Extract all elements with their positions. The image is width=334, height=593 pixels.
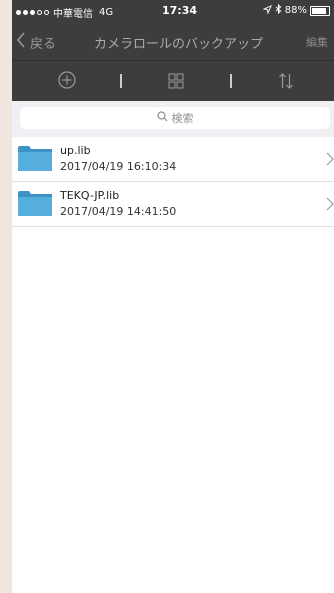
carrier-info: 中華電信 4G (16, 5, 113, 20)
folder-icon (18, 146, 52, 171)
chevron-left-icon (16, 32, 26, 52)
battery-icon (310, 5, 330, 16)
search-placeholder: 検索 (171, 112, 194, 125)
toolbar-divider (230, 74, 232, 88)
page-title: カメラロールのバックアップ (94, 37, 264, 52)
status-right: 88% (261, 3, 330, 17)
search-input[interactable]: 検索 (20, 107, 330, 129)
toolbar-divider (120, 74, 122, 88)
edit-button[interactable]: 編集 (306, 34, 328, 50)
sort-icon[interactable] (278, 72, 294, 94)
search-icon (156, 111, 168, 125)
signal-dot (30, 10, 35, 15)
network-type: 4G (99, 7, 114, 18)
file-date: 2017/04/19 14:41:50 (60, 205, 177, 218)
signal-dot-empty (37, 10, 42, 15)
plus-circle-icon[interactable] (58, 71, 76, 93)
battery-fill (312, 7, 326, 14)
signal-dot (23, 10, 28, 15)
back-label: 戻る (30, 36, 57, 52)
back-button[interactable]: 戻る (16, 32, 56, 52)
file-date: 2017/04/19 16:10:34 (60, 160, 177, 173)
folder-icon (18, 191, 52, 216)
file-list: up.lib 2017/04/19 16:10:34 TEKQ-JP.lib 2… (12, 137, 334, 227)
search-bar-container: 検索 (12, 101, 334, 137)
list-item[interactable]: up.lib 2017/04/19 16:10:34 (12, 137, 334, 182)
status-time: 17:34 (162, 4, 198, 17)
bluetooth-icon (275, 3, 282, 17)
grid-icon[interactable] (168, 73, 184, 93)
device-screen: 中華電信 4G 17:34 88% 戻る カメラロールのバックアップ 編集 検索… (12, 0, 334, 593)
navigation-bar: 戻る カメラロールのバックアップ 編集 (12, 22, 334, 60)
toolbar (12, 60, 334, 101)
chevron-right-icon (326, 151, 334, 170)
file-name: up.lib (60, 144, 91, 157)
battery-percent: 88% (284, 5, 307, 16)
chevron-right-icon (326, 196, 334, 215)
signal-dot-empty (44, 10, 49, 15)
carrier-name: 中華電信 (53, 9, 93, 20)
signal-dot (16, 10, 21, 15)
location-icon (261, 4, 272, 17)
list-item[interactable]: TEKQ-JP.lib 2017/04/19 14:41:50 (12, 182, 334, 227)
file-name: TEKQ-JP.lib (60, 189, 120, 202)
status-bar: 中華電信 4G 17:34 88% (12, 0, 334, 22)
